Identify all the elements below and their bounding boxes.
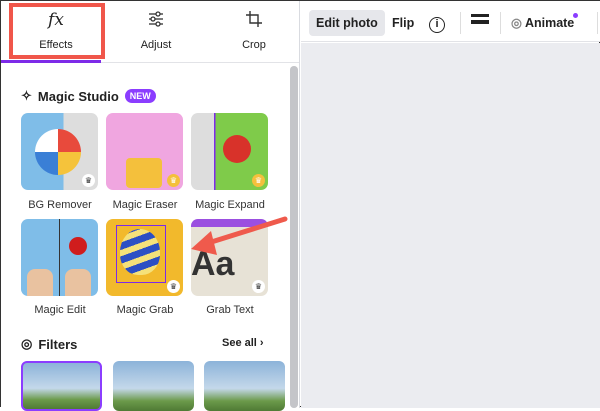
tool-magic-eraser[interactable]: ♛ bbox=[106, 113, 183, 190]
section-title: Filters bbox=[38, 336, 78, 352]
scrollbar[interactable] bbox=[290, 66, 298, 408]
tool-magic-expand[interactable]: ♛ bbox=[191, 113, 268, 190]
tool-magic-grab[interactable]: ♛ bbox=[106, 219, 183, 296]
scrollbar-thumb[interactable] bbox=[290, 66, 298, 408]
active-tab-indicator bbox=[1, 60, 101, 63]
section-title: Magic Studio bbox=[37, 88, 119, 104]
panel-tabs: fx Effects Adjust Crop bbox=[1, 1, 299, 63]
tool-label: BG Remover bbox=[28, 199, 92, 211]
sparkle-icon: ✧ bbox=[21, 88, 32, 103]
sliders-icon bbox=[111, 9, 201, 31]
divider bbox=[500, 12, 501, 34]
tool-label: Magic Expand bbox=[195, 199, 265, 211]
crown-icon: ♛ bbox=[252, 174, 265, 187]
divider bbox=[597, 12, 598, 34]
flip-button[interactable]: Flip bbox=[385, 10, 421, 36]
filters-heading: ◎ Filters bbox=[21, 336, 77, 352]
info-icon[interactable]: i bbox=[422, 10, 452, 36]
chevron-right-icon: › bbox=[259, 337, 264, 349]
fx-icon: fx bbox=[48, 10, 64, 30]
crown-icon: ♛ bbox=[82, 174, 95, 187]
notification-dot bbox=[573, 13, 579, 18]
filter-thumb[interactable] bbox=[113, 361, 194, 411]
tool-magic-edit[interactable] bbox=[21, 219, 98, 296]
annotation-arrow bbox=[191, 216, 288, 255]
animate-icon: ◎ bbox=[511, 16, 522, 30]
filters-icon: ◎ bbox=[21, 336, 33, 351]
new-badge: NEW bbox=[124, 89, 156, 103]
tab-label: Effects bbox=[39, 39, 73, 51]
tab-effects[interactable]: fx Effects bbox=[11, 9, 101, 51]
animate-label: Animate bbox=[524, 16, 575, 30]
crop-icon bbox=[209, 9, 299, 31]
tab-label: Adjust bbox=[140, 39, 172, 51]
tool-bg-remover[interactable]: ♛ bbox=[21, 113, 98, 190]
edit-photo-button[interactable]: Edit photo bbox=[309, 10, 385, 36]
crown-icon: ♛ bbox=[252, 280, 265, 293]
line-style-icon[interactable] bbox=[464, 10, 496, 36]
crown-icon: ♛ bbox=[167, 174, 180, 187]
tool-label: Magic Eraser bbox=[112, 199, 178, 211]
tab-crop[interactable]: Crop bbox=[209, 9, 299, 51]
filter-thumb[interactable] bbox=[204, 361, 285, 411]
tool-label: Magic Edit bbox=[34, 304, 86, 316]
crown-icon: ♛ bbox=[167, 280, 180, 293]
tool-label: Magic Grab bbox=[116, 304, 174, 316]
tool-label: Grab Text bbox=[206, 304, 254, 316]
divider bbox=[460, 12, 461, 34]
see-all-label: See all bbox=[222, 337, 257, 349]
tab-label: Crop bbox=[242, 39, 266, 51]
magic-studio-heading: ✧ Magic Studio NEW bbox=[21, 88, 156, 104]
top-toolbar: Edit photo Flip i ◎ Animate bbox=[301, 1, 600, 42]
tab-adjust[interactable]: Adjust bbox=[111, 9, 201, 51]
canvas-area[interactable] bbox=[301, 43, 600, 408]
animate-button[interactable]: ◎ Animate bbox=[504, 10, 581, 36]
see-all-link[interactable]: See all › bbox=[222, 337, 264, 349]
filter-thumb[interactable] bbox=[21, 361, 102, 411]
effects-panel: fx Effects Adjust Crop ✧ Magic Studio NE… bbox=[1, 1, 300, 411]
